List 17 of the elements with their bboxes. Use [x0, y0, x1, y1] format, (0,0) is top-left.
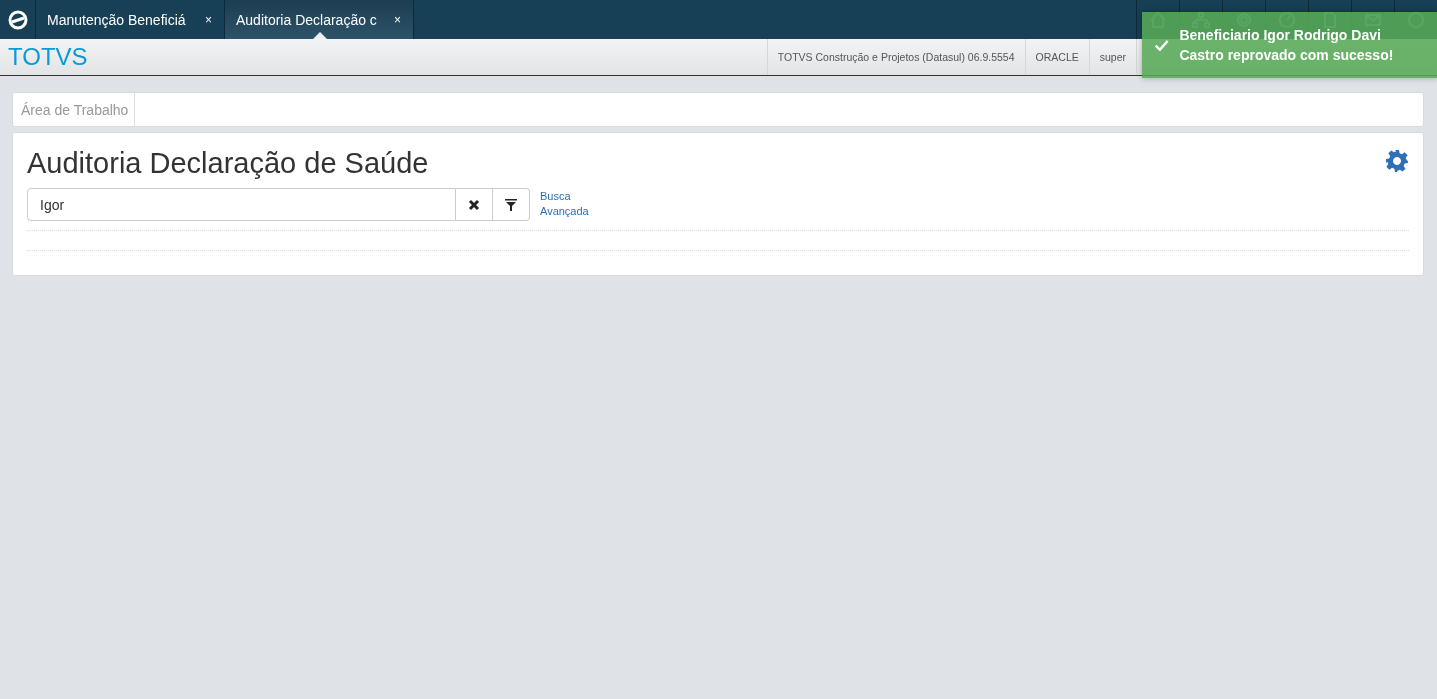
search-field[interactable]: Igor	[27, 188, 456, 221]
logo-icon[interactable]	[7, 9, 28, 30]
advanced-search-link[interactable]: Busca Avançada	[540, 189, 600, 219]
close-icon[interactable]: ×	[394, 12, 401, 27]
tab[interactable]: Auditoria Declaração c ×	[225, 0, 414, 39]
filter-icon	[505, 198, 517, 211]
close-icon[interactable]: ×	[205, 12, 212, 27]
brand-logo: TOTVS	[7, 43, 88, 71]
header-info: ORACLE	[1024, 39, 1089, 75]
page-title: Auditoria Declaração de Saúde	[27, 147, 429, 180]
close-icon	[468, 198, 480, 211]
clear-button[interactable]	[456, 188, 493, 221]
header-info: TOTVS Construção e Projetos (Datasul) 06.9.5554	[766, 39, 1025, 75]
settings-icon[interactable]	[1385, 149, 1409, 173]
toast-message: Beneficiario Igor Rodrigo Davi Castro reprovado com sucesso!	[1179, 26, 1395, 65]
filter-button[interactable]	[493, 188, 530, 221]
header-info: super	[1088, 39, 1136, 75]
